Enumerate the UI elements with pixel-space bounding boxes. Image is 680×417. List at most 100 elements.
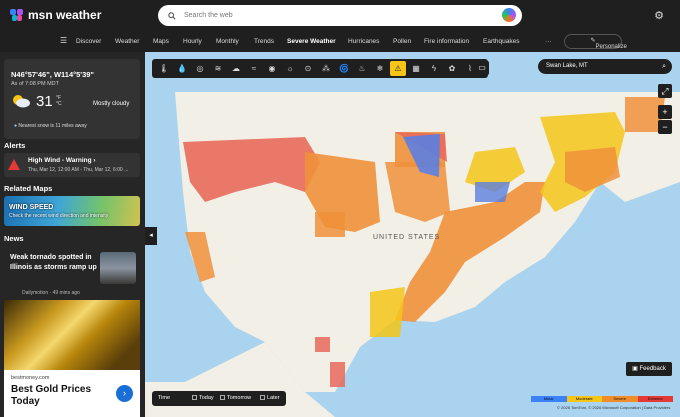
legend-minor: Minor: [531, 396, 567, 402]
air-quality-layer-icon[interactable]: ▦: [408, 61, 424, 76]
current-location-card[interactable]: N46°57'46", W114°5'39" As of 7:08 PM MDT…: [4, 59, 140, 139]
map-copyright[interactable]: © 2026 TomTom, © 2026 Microsoft Corporat…: [557, 405, 670, 410]
wind-layer-icon[interactable]: ≋: [210, 61, 226, 76]
nav-item-severe-weather[interactable]: Severe Weather: [287, 38, 336, 45]
fullscreen-icon[interactable]: ⤢: [658, 84, 672, 98]
personalize-button[interactable]: ✎ Personalize: [564, 34, 627, 50]
news-title: Weak tornado spotted in Illinois as stor…: [10, 254, 97, 271]
nav-item-fire-information[interactable]: Fire information: [424, 38, 469, 45]
fire-layer-icon[interactable]: ♨: [354, 61, 370, 76]
gold-bars-image: [4, 300, 140, 370]
temperature-units[interactable]: °F °C: [56, 95, 62, 107]
checkbox-icon[interactable]: [260, 395, 265, 400]
nav-item-earthquakes[interactable]: Earthquakes: [483, 38, 520, 45]
legend-extreme: Extreme: [637, 396, 673, 402]
as-of-time: As of 7:08 PM MDT: [11, 81, 59, 87]
severity-legend: Minor Moderate Severe Extreme: [531, 396, 673, 402]
related-maps-heading: Related Maps: [4, 184, 53, 193]
snow-text: Nearest snow is 11 miles away: [18, 123, 87, 129]
checkbox-icon[interactable]: [192, 395, 197, 400]
temperature-layer-icon[interactable]: 🌡: [156, 61, 172, 76]
ad-headline: Best Gold Prices Today: [11, 384, 92, 407]
map-layer-toolbar: 🌡 💧 ◎ ≋ ☁ ≈ ◉ ☼ ⊙ ⁂ 🌀 ♨ ❄ ⚠ ▦ ϟ ✿ ⌇: [152, 59, 488, 78]
nav-item-discover[interactable]: Discover: [76, 38, 101, 45]
pollen-layer-icon[interactable]: ✿: [444, 61, 460, 76]
time-option-tomorrow[interactable]: Tomorrow: [220, 395, 251, 401]
alert-time: Thu, Mar 12, 12:00 AM - Thu, Mar 12, 6:0…: [28, 167, 129, 173]
nav-item-pollen[interactable]: Pollen: [393, 38, 411, 45]
collapse-sidebar-chevron-icon[interactable]: ◂: [145, 227, 157, 245]
nav-item-weather[interactable]: Weather: [115, 38, 139, 45]
alert-card[interactable]: High Wind - Warning › Thu, Mar 12, 12:00…: [4, 153, 140, 177]
nav-item-maps[interactable]: Maps: [153, 38, 169, 45]
uv-layer-icon[interactable]: ☼: [282, 61, 298, 76]
snow-layer-icon[interactable]: ❄: [372, 61, 388, 76]
news-source: Dailymotion · 49 mins ago: [22, 290, 80, 296]
alerts-heading: Alerts: [4, 141, 26, 150]
severe-weather-map[interactable]: 🌡 💧 ◎ ≋ ☁ ≈ ◉ ☼ ⊙ ⁂ 🌀 ♨ ❄ ⚠ ▦ ϟ ✿ ⌇ ▭ Sw…: [145, 52, 680, 417]
ad-domain: bestmoney.com: [11, 375, 50, 381]
time-option-today[interactable]: Today: [192, 395, 214, 401]
country-label: UNITED STATES: [373, 234, 441, 241]
search-placeholder: Search the web: [184, 12, 233, 19]
location-coords: N46°57'46", W114°5'39": [11, 70, 94, 79]
legend-moderate: Moderate: [566, 396, 602, 402]
precipitation-layer-icon[interactable]: 💧: [174, 61, 190, 76]
news-thumbnail: [100, 252, 136, 284]
news-card[interactable]: Weak tornado spotted in Illinois as stor…: [4, 247, 140, 297]
zoom-in-button[interactable]: +: [658, 105, 672, 119]
current-temperature: 31: [36, 93, 53, 110]
checkbox-icon[interactable]: [220, 395, 225, 400]
map-location-search[interactable]: Swan Lake, MT ⌕: [538, 59, 672, 74]
search-icon[interactable]: ⌕: [662, 59, 666, 74]
unit-c[interactable]: °C: [56, 101, 62, 107]
nav-more-button[interactable]: ···: [545, 38, 552, 45]
warning-triangle-icon: [8, 159, 20, 170]
time-option-today-label: Today: [199, 395, 214, 401]
msn-logo[interactable]: msn weather: [10, 8, 101, 22]
wind-speed-map-card[interactable]: WIND SPEED Check the recent wind directi…: [4, 196, 140, 226]
nav-item-hurricanes[interactable]: Hurricanes: [348, 38, 379, 45]
radar-layer-icon[interactable]: ◎: [192, 61, 208, 76]
severe-weather-layer-icon[interactable]: ⚠: [390, 61, 406, 76]
sidebar: N46°57'46", W114°5'39" As of 7:08 PM MDT…: [0, 52, 145, 417]
news-heading: News: [4, 234, 24, 243]
alert-title: High Wind - Warning ›: [28, 157, 96, 164]
time-filter-bar: Time Today Tomorrow Later: [152, 391, 286, 406]
settings-gear-icon[interactable]: ⚙: [654, 9, 664, 22]
legend-severe: Severe: [602, 396, 638, 402]
nav-item-trends[interactable]: Trends: [254, 38, 274, 45]
brand-name: msn weather: [28, 8, 102, 22]
nav-item-monthly[interactable]: Monthly: [216, 38, 239, 45]
time-option-tomorrow-label: Tomorrow: [227, 395, 252, 401]
dewpoint-layer-icon[interactable]: ⁂: [318, 61, 334, 76]
time-option-later-label: Later: [267, 395, 280, 401]
nav-bar: ☰ Discover Weather Maps Hourly Monthly T…: [0, 32, 680, 52]
pressure-layer-icon[interactable]: ⊙: [300, 61, 316, 76]
hurricane-layer-icon[interactable]: 🌀: [336, 61, 352, 76]
visibility-layer-icon[interactable]: ◉: [264, 61, 280, 76]
wind-speed-subtitle: Check the recent wind direction and inte…: [9, 213, 109, 219]
arrow-right-icon[interactable]: ›: [116, 385, 133, 402]
chevron-right-icon: ›: [93, 157, 96, 164]
search-icon: [168, 11, 176, 20]
nav-item-hourly[interactable]: Hourly: [183, 38, 202, 45]
cloud-layer-icon[interactable]: ☁: [228, 61, 244, 76]
time-label: Time: [158, 395, 171, 401]
time-option-later[interactable]: Later: [260, 395, 280, 401]
zoom-out-button[interactable]: −: [658, 120, 672, 134]
feedback-button[interactable]: ▣ Feedback: [626, 362, 672, 376]
web-search-box[interactable]: Search the web: [158, 5, 522, 26]
humidity-layer-icon[interactable]: ≈: [246, 61, 262, 76]
top-bar: msn weather Search the web ⚙: [0, 0, 680, 32]
lightning-layer-icon[interactable]: ϟ: [426, 61, 442, 76]
partly-cloudy-icon: [13, 95, 30, 108]
wind-speed-title: WIND SPEED: [9, 204, 54, 211]
nearest-snow-text: ● Nearest snow is 11 miles away: [14, 123, 87, 129]
msn-butterfly-icon: [10, 9, 24, 21]
hamburger-menu-icon[interactable]: ☰: [60, 36, 67, 45]
advertisement[interactable]: bestmoney.com Best Gold Prices Today ›: [4, 300, 140, 417]
condition-text: Mostly cloudy: [93, 101, 130, 107]
copilot-icon[interactable]: [502, 8, 516, 22]
chat-bubble-icon[interactable]: ▭: [475, 61, 489, 75]
